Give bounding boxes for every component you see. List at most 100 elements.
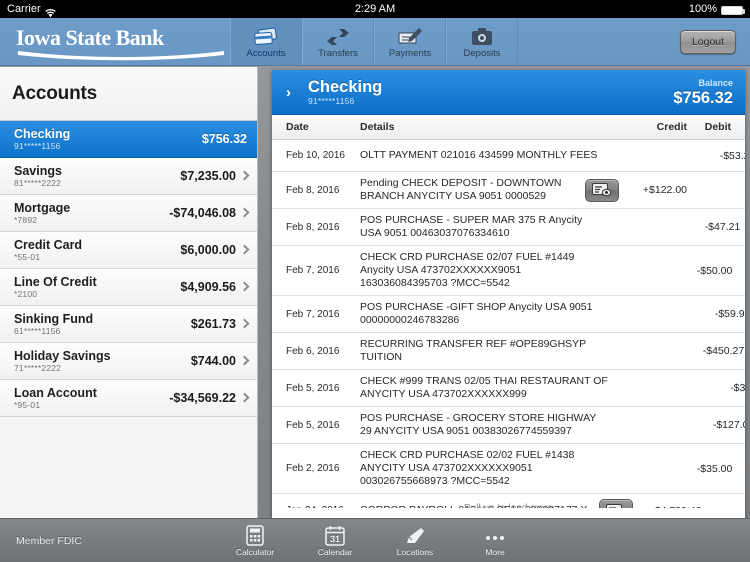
chevron-right-icon <box>241 282 247 292</box>
account-balance: $7,235.00 <box>180 169 236 183</box>
transaction-detail-line: USA 9051 00463037076334610 <box>360 227 510 239</box>
account-balance: -$74,046.08 <box>169 206 236 220</box>
transaction-row[interactable]: Feb 10, 2016 OLTT PAYMENT 021016 434599 M… <box>272 140 745 172</box>
account-row[interactable]: Loan Account *95-01 -$34,569.22 <box>0 380 257 417</box>
pull-to-load-more: Pull up to load more <box>272 503 745 508</box>
account-row[interactable]: Credit Card *55-01 $6,000.00 <box>0 232 257 269</box>
transaction-details: POS PURCHASE - SUPER MAR 375 R Anycity US… <box>360 214 588 240</box>
toolbar-item-label: More <box>485 547 505 557</box>
chevron-right-icon <box>241 319 247 329</box>
nav-tab-label: Payments <box>388 47 432 59</box>
transaction-debit: -$127.08 <box>712 419 745 431</box>
chevron-right-icon[interactable]: › <box>286 84 298 101</box>
toolbar-item-locations[interactable]: Locations <box>387 524 443 557</box>
account-name: Mortgage <box>14 200 71 215</box>
check-image-button[interactable] <box>585 178 619 202</box>
transaction-detail-line: ANYCITY USA 473702XXXXXX9051 <box>360 462 533 474</box>
logout-area: Logout <box>518 18 750 65</box>
account-balance-group: $756.32 <box>202 132 247 146</box>
transaction-row[interactable]: Feb 6, 2016 RECURRING TRANSFER REF #OPE89… <box>272 333 745 370</box>
transaction-row[interactable]: Feb 7, 2016 CHECK CRD PURCHASE 02/07 FUEL… <box>272 246 745 296</box>
bank-logo: Iowa State Bank <box>0 18 230 65</box>
clock: 2:29 AM <box>354 3 396 15</box>
account-balance: $4,909.56 <box>180 280 236 294</box>
transaction-debit: -$50.00 <box>696 264 733 277</box>
transaction-row[interactable]: Feb 5, 2016 POS PURCHASE - GROCERY STORE … <box>272 407 745 444</box>
transaction-details: CHECK #999 TRANS 02/05 THAI RESTAURANT O… <box>360 375 614 401</box>
account-balance: -$34,569.22 <box>169 391 236 405</box>
toolbar-item-more[interactable]: More <box>467 524 523 557</box>
transaction-details: OLTT PAYMENT 021016 434599 MONTHLY FEES <box>360 149 603 162</box>
nav-tab-accounts[interactable]: Accounts <box>230 18 302 65</box>
ellipsis-icon <box>484 524 506 546</box>
account-number: 81*****2222 <box>14 177 62 188</box>
account-balance: $6,000.00 <box>180 243 236 257</box>
transaction-detail-line: CHECK CRD PURCHASE 02/07 FUEL #1449 <box>360 251 575 263</box>
transaction-date: Feb 7, 2016 <box>286 308 340 320</box>
account-name: Loan Account <box>14 385 97 400</box>
transaction-debit: -$59.99 <box>714 308 745 320</box>
transaction-details: CHECK CRD PURCHASE 02/02 FUEL #1438 ANYCI… <box>360 449 580 488</box>
transaction-row[interactable]: Feb 7, 2016 POS PURCHASE -GIFT SHOP Anyci… <box>272 296 745 333</box>
transaction-details: POS PURCHASE - GROCERY STORE HIGHWAY 29 A… <box>360 412 602 438</box>
panel-header: › Checking 91*****1156 Balance $756.32 <box>272 70 745 115</box>
account-balance-group: -$74,046.08 <box>169 206 247 220</box>
nav-tab-transfers[interactable]: Transfers <box>302 18 374 65</box>
column-header-debit: Debit <box>704 121 731 133</box>
account-row[interactable]: Sinking Fund 61*****1156 $261.73 <box>0 306 257 343</box>
account-row[interactable]: Line Of Credit *2100 $4,909.56 <box>0 269 257 306</box>
account-row[interactable]: Savings 81*****2222 $7,235.00 <box>0 158 257 195</box>
logout-button[interactable]: Logout <box>680 29 736 54</box>
chevron-right-icon <box>241 171 247 181</box>
balance-value: $756.32 <box>673 88 733 107</box>
toolbar-item-label: Calendar <box>317 547 353 557</box>
bottom-toolbar: Member FDIC Calculator 31 Calendar Locat… <box>0 518 750 562</box>
transaction-date: Feb 5, 2016 <box>286 382 340 394</box>
account-name: Credit Card <box>14 237 83 252</box>
transaction-row[interactable]: Feb 5, 2016 CHECK #999 TRANS 02/05 THAI R… <box>272 370 745 407</box>
nav-tab-label: Deposits <box>463 47 501 59</box>
transaction-details: POS PURCHASE -GIFT SHOP Anycity USA 9051… <box>360 301 598 327</box>
account-balance-group: $6,000.00 <box>180 243 247 257</box>
transactions-list[interactable]: Feb 10, 2016 OLTT PAYMENT 021016 434599 M… <box>272 140 745 508</box>
account-info: Loan Account *95-01 <box>14 386 97 411</box>
chevron-right-icon <box>241 356 247 366</box>
battery-icon <box>721 5 745 15</box>
page-title: Accounts <box>12 82 97 104</box>
transaction-details: Pending CHECK DEPOSIT - DOWNTOWN BRANCH A… <box>360 177 579 203</box>
transaction-detail-line: ANYCITY USA 473702XXXXXX999 <box>360 388 527 400</box>
account-row[interactable]: Checking 91*****1156 $756.32 <box>0 121 257 158</box>
status-bar-right: 100% <box>689 0 745 18</box>
transaction-date: Feb 8, 2016 <box>286 221 340 233</box>
transaction-detail-line: OLTT PAYMENT 021016 434599 MONTHLY FEES <box>360 149 598 161</box>
transaction-details: CHECK CRD PURCHASE 02/07 FUEL #1449 Anyci… <box>360 251 580 290</box>
transaction-debit: -$450.27 <box>702 345 745 357</box>
transaction-row[interactable]: Feb 8, 2016 Pending CHECK DEPOSIT - DOWNT… <box>272 172 745 209</box>
transaction-date: Feb 10, 2016 <box>286 150 345 161</box>
account-row[interactable]: Holiday Savings 71*****2222 $744.00 <box>0 343 257 380</box>
account-number: *2100 <box>14 288 38 299</box>
transaction-detail-line: POS PURCHASE - GROCERY STORE HIGHWAY <box>360 412 597 424</box>
nav-tab-payments[interactable]: Payments <box>374 18 446 65</box>
transaction-detail-line: 00000000246783286 <box>360 314 460 326</box>
account-name: Line Of Credit <box>14 274 97 289</box>
account-number: 91*****1156 <box>14 140 61 151</box>
transaction-date: Feb 8, 2016 <box>286 184 340 196</box>
nav-tab-deposits[interactable]: Deposits <box>446 18 518 65</box>
account-info: Checking 91*****1156 <box>14 127 70 152</box>
toolbar-item-calendar[interactable]: 31 Calendar <box>307 524 363 557</box>
transaction-detail-line: POS PURCHASE - SUPER MAR 375 R Anycity <box>360 214 583 226</box>
account-number: *95-01 <box>14 399 41 410</box>
toolbar-item-calculator[interactable]: Calculator <box>227 524 283 557</box>
transaction-detail-line: Pending CHECK DEPOSIT - DOWNTOWN <box>360 177 562 189</box>
map-pin-icon <box>404 524 426 546</box>
account-number: 71*****2222 <box>14 362 62 373</box>
account-balance-group: $744.00 <box>191 354 247 368</box>
account-info: Holiday Savings 71*****2222 <box>14 349 111 374</box>
transaction-row[interactable]: Feb 8, 2016 POS PURCHASE - SUPER MAR 375 … <box>272 209 745 246</box>
transaction-detail-line: BRANCH ANYCITY USA 9051 0000529 <box>360 190 546 202</box>
transaction-row[interactable]: Feb 2, 2016 CHECK CRD PURCHASE 02/02 FUEL… <box>272 444 745 494</box>
account-row[interactable]: Mortgage *7892 -$74,046.08 <box>0 195 257 232</box>
calculator-icon <box>246 524 264 546</box>
account-balance: $744.00 <box>190 354 236 368</box>
